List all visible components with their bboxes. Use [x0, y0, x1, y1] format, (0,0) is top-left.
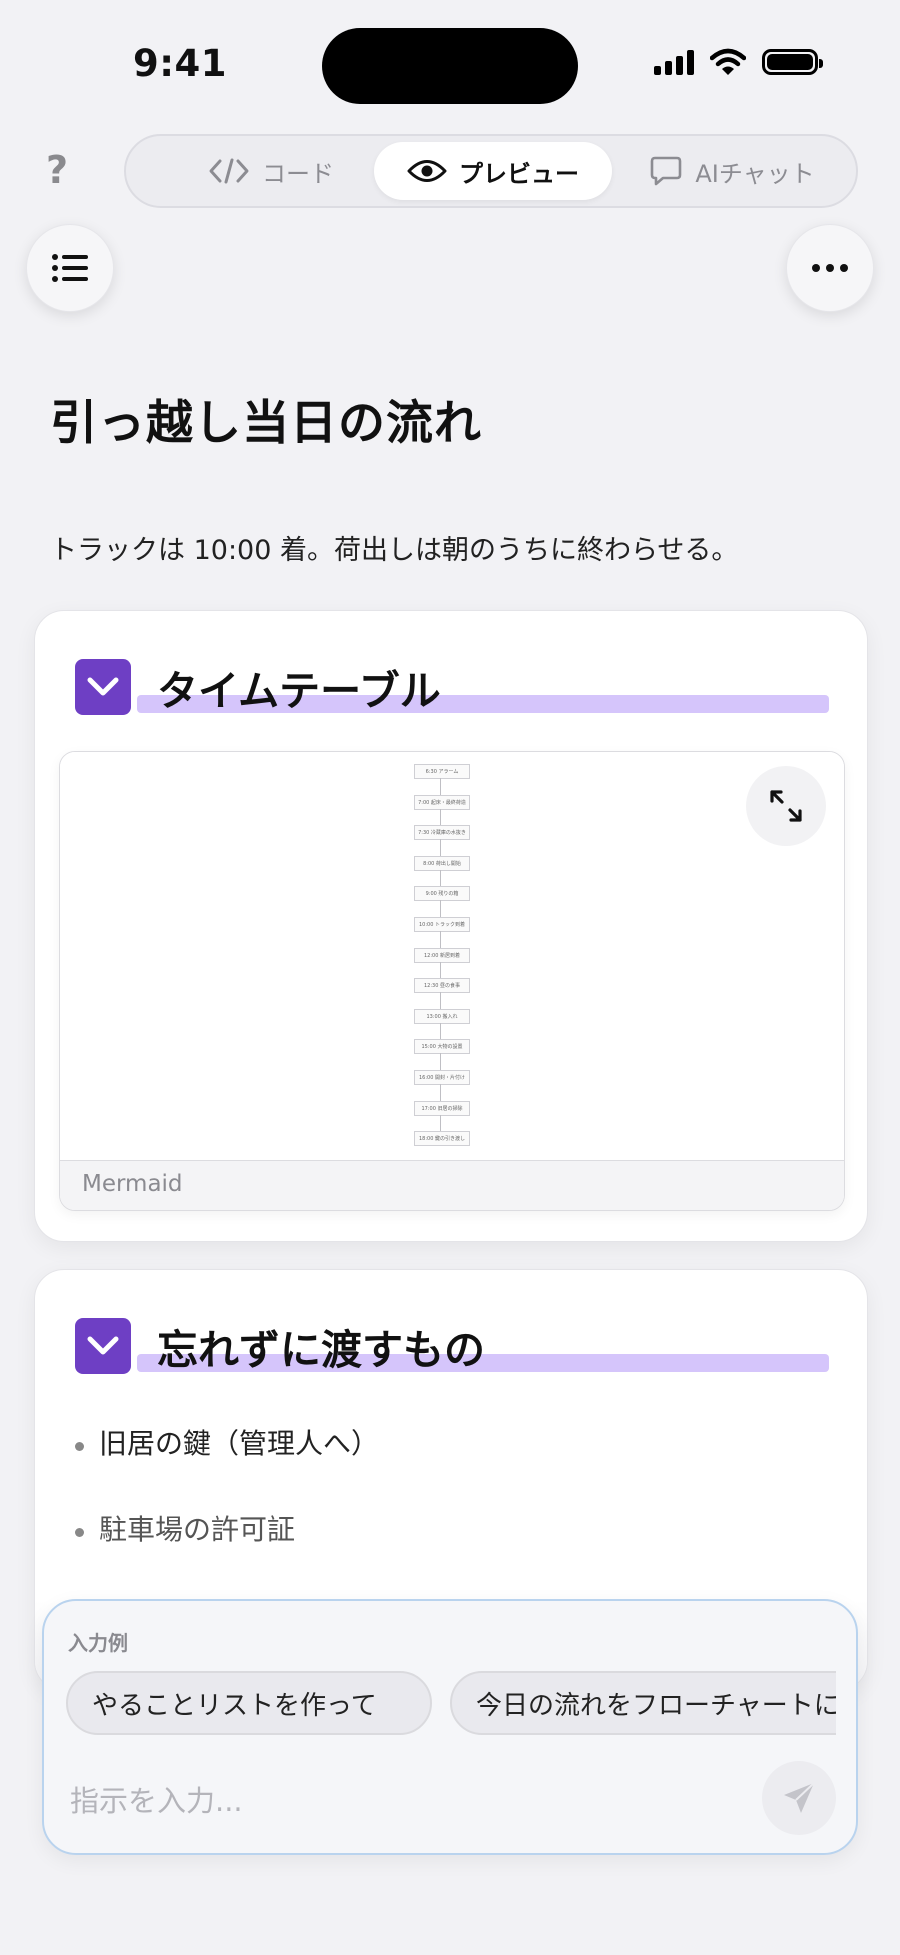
tab-ai-chat-label: AIチャット [695, 159, 815, 188]
flowchart-node: 12:30 昼の食事 [414, 978, 470, 994]
prompt-composer: 入力例 やることリストを作って 今日の流れをフローチャートにして [42, 1599, 858, 1855]
flowchart-node: 17:00 旧居の掃除 [414, 1100, 470, 1116]
examples-label: 入力例 [68, 1631, 128, 1655]
tab-preview[interactable]: プレビュー [374, 142, 612, 200]
diagram-type-label: Mermaid [82, 1171, 183, 1197]
intro-text: トラックは 10:00 着。荷出しは朝のうちに終わらせる。 [50, 535, 739, 566]
flowchart-edge [440, 961, 441, 979]
eye-icon [407, 160, 447, 182]
flowchart-edge [440, 778, 441, 795]
tab-code-label: コード [262, 159, 334, 188]
section-header: タイムテーブル [75, 659, 829, 719]
help-button[interactable]: ? [46, 148, 68, 192]
bullet-dot [75, 1528, 84, 1537]
ellipsis-icon [812, 264, 848, 272]
list-item-text: 旧居の鍵（管理人へ） [99, 1427, 380, 1460]
flowchart-node: 7:30 冷蔵庫の水抜き [414, 825, 470, 841]
tab-code[interactable]: コード [146, 142, 396, 200]
list-icon [52, 254, 88, 282]
battery-icon [762, 49, 823, 75]
section-card-timetable: タイムテーブル 6:30 アラーム 7:00 起床・最終荷造 7:30 冷蔵庫の水抜… [34, 610, 868, 1242]
mermaid-diagram[interactable]: 6:30 アラーム 7:00 起床・最終荷造 7:30 冷蔵庫の水抜き 8:00 荷出… [59, 751, 845, 1211]
flowchart-edge [440, 808, 441, 826]
flowchart-edge [440, 869, 441, 887]
bullet-dot [75, 1442, 84, 1451]
list-item: 駐車場の許可証 [75, 1513, 835, 1600]
dynamic-island [322, 28, 578, 104]
send-button[interactable] [762, 1761, 836, 1835]
section-header: 忘れずに渡すもの [75, 1318, 829, 1378]
flowchart-node: 12:00 新居到着 [414, 947, 470, 963]
outline-menu-button[interactable] [26, 224, 114, 312]
prompt-input[interactable] [68, 1775, 752, 1827]
flowchart-node: 16:00 開封・片付け [414, 1070, 470, 1085]
flowchart-node: 18:00 鍵の引き渡し [414, 1131, 470, 1147]
flowchart-edge [440, 1084, 441, 1101]
flowchart-node: 15:00 大物の設置 [414, 1039, 470, 1055]
list-item: 旧居の鍵（管理人へ） [75, 1427, 835, 1514]
wifi-icon [710, 48, 746, 75]
status-bar: 9:41 [0, 0, 900, 130]
flowchart-node: 8:00 荷出し開始 [414, 855, 470, 871]
flowchart-edge [440, 1114, 441, 1132]
example-chip[interactable]: やることリストを作って [66, 1671, 432, 1735]
expand-diagram-button[interactable] [746, 766, 826, 846]
cellular-signal-icon [654, 49, 694, 75]
example-chips: やることリストを作って 今日の流れをフローチャートにして [66, 1671, 836, 1741]
section-title: タイムテーブル [157, 667, 441, 715]
flowchart-edge [440, 1053, 441, 1070]
chat-bubble-icon [651, 156, 682, 186]
chevron-down-icon [87, 1336, 119, 1355]
flowchart-edge [440, 992, 441, 1009]
flowchart-edge [440, 1022, 441, 1040]
flowchart-node: 10:00 トラック到着 [414, 917, 470, 932]
chevron-down-icon [87, 677, 119, 696]
diagram-footer: Mermaid [60, 1160, 844, 1210]
flowchart-node: 9:00 残りの箱 [414, 886, 470, 902]
collapse-toggle-button[interactable] [75, 659, 131, 715]
flowchart-edge [440, 931, 441, 948]
flowchart-edge [440, 900, 441, 917]
expand-arrows-icon [770, 790, 802, 822]
collapse-toggle-button[interactable] [75, 1318, 131, 1374]
tab-preview-label: プレビュー [459, 159, 579, 188]
list-item-text: 駐車場の許可証 [99, 1513, 296, 1546]
flowchart-canvas: 6:30 アラーム 7:00 起床・最終荷造 7:30 冷蔵庫の水抜き 8:00 荷出… [60, 752, 844, 1160]
code-icon [209, 158, 249, 184]
example-chip[interactable]: 今日の流れをフローチャートにして [450, 1671, 836, 1735]
section-title: 忘れずに渡すもの [157, 1326, 485, 1374]
page-title: 引っ越し当日の流れ [50, 396, 482, 451]
flowchart-node: 6:30 アラーム [414, 764, 470, 779]
flowchart-edge [440, 839, 441, 856]
status-icons [654, 48, 823, 76]
send-icon [784, 1782, 815, 1813]
flowchart-node: 7:00 起床・最終荷造 [414, 794, 470, 810]
view-mode-segmented-control: コード プレビュー AIチャット [124, 134, 858, 208]
bullet-list: 旧居の鍵（管理人へ） 駐車場の許可証 [75, 1427, 835, 1600]
more-options-button[interactable] [786, 224, 874, 312]
status-time: 9:41 [133, 42, 228, 85]
flowchart-node: 13:00 搬入れ [414, 1008, 470, 1024]
tab-ai-chat[interactable]: AIチャット [622, 142, 842, 200]
